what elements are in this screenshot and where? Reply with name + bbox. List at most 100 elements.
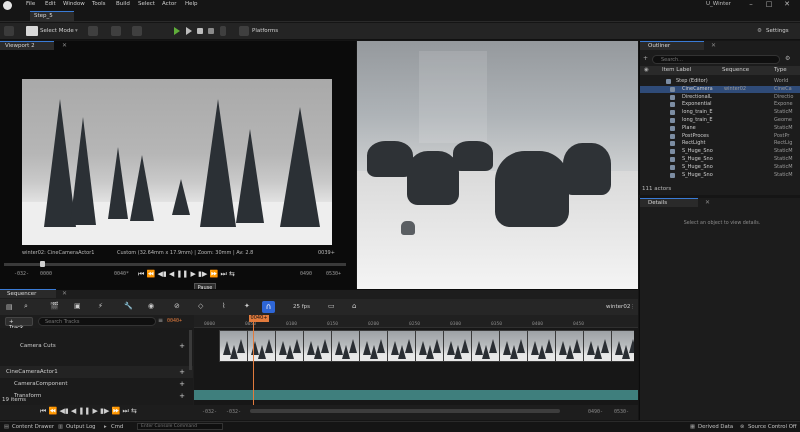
sequence-options-icon[interactable]: ⋮ — [630, 304, 635, 310]
outliner-row[interactable]: long_train_E Geome — [640, 117, 800, 124]
track-row[interactable]: CameraComponent + — [0, 378, 193, 390]
playhead-label[interactable]: 0040+ — [249, 315, 269, 322]
visibility-icon[interactable]: ◉ — [644, 67, 649, 73]
menu-tools[interactable]: Tools — [92, 1, 106, 7]
close-icon[interactable]: ✕ — [780, 0, 794, 9]
menu-window[interactable]: Window — [63, 1, 85, 7]
level-tab[interactable]: Step_5 — [30, 11, 74, 22]
console-command-input[interactable]: Enter Console Command — [137, 423, 223, 430]
lock-icon[interactable]: ⌂ — [352, 302, 356, 310]
key-icon[interactable]: ◇ — [198, 302, 203, 310]
close-tab-icon[interactable]: ✕ — [62, 42, 67, 49]
outliner-row[interactable]: DirectionalL Directio — [640, 94, 800, 101]
save-icon[interactable] — [4, 26, 14, 36]
sequencer-transport-controls[interactable]: ⏮ ⏪ ◀▮ ◀ ❚❚ ▶ ▮▶ ⏩ ⏭ ⇆ — [40, 407, 137, 416]
outliner-row[interactable]: S_Huge_Sno StaticM — [640, 156, 800, 163]
select-mode-label[interactable]: Select Mode — [40, 28, 74, 34]
perspective-viewport[interactable] — [357, 41, 638, 289]
curve-icon[interactable]: ⌇ — [222, 302, 225, 310]
close-tab-icon[interactable]: ✕ — [705, 199, 710, 206]
outliner-row[interactable]: RectLight RectLig — [640, 140, 800, 147]
track-row[interactable]: Camera Cuts + — [0, 340, 193, 352]
outliner-tab[interactable]: Outliner — [640, 41, 704, 50]
time-current[interactable]: 0040* — [114, 271, 129, 277]
viewport-scrub-bar[interactable] — [4, 263, 346, 266]
viewport-tab[interactable]: Viewport 2 — [0, 41, 54, 50]
settings-label[interactable]: Settings — [766, 28, 789, 34]
minimize-icon[interactable]: – — [744, 0, 758, 9]
add-content-icon[interactable] — [88, 26, 98, 36]
content-drawer-button[interactable]: Content Drawer — [12, 424, 54, 430]
source-control-icon[interactable]: ⊗ — [740, 424, 744, 430]
platforms-label[interactable]: Platforms — [252, 28, 278, 34]
outliner-row[interactable]: long_train_E StaticM — [640, 109, 800, 116]
eject-icon[interactable] — [208, 28, 214, 34]
cinematics-icon[interactable] — [132, 26, 142, 36]
view-options-icon[interactable]: ◉ — [148, 302, 154, 310]
wrench-icon[interactable]: 🔧 — [124, 302, 133, 310]
find-asset-icon[interactable]: ⌕ — [24, 302, 28, 311]
close-tab-icon[interactable]: ✕ — [711, 42, 716, 49]
outliner-row[interactable]: Plane StaticM — [640, 125, 800, 132]
outliner-row[interactable]: S_Huge_Sno StaticM — [640, 172, 800, 179]
render-movie-icon[interactable]: 🎬 — [50, 302, 59, 310]
col-sequence[interactable]: Sequence — [722, 67, 749, 73]
platforms-icon[interactable] — [239, 26, 249, 36]
output-log-icon[interactable]: ▥ — [58, 424, 63, 430]
outliner-row[interactable]: CineCamera winter02 CineCa — [640, 85, 800, 93]
filter-icon[interactable]: ⊘ — [174, 302, 180, 310]
track-search-input[interactable]: Search Tracks — [38, 317, 156, 326]
cmd-button[interactable]: Cmd — [111, 424, 123, 430]
menu-actor[interactable]: Actor — [162, 1, 176, 7]
output-log-button[interactable]: Output Log — [66, 424, 96, 430]
track-row[interactable]: Transform + — [0, 390, 193, 402]
cine-camera-view[interactable] — [22, 79, 332, 245]
outliner-row[interactable]: S_Huge_Sno StaticM — [640, 148, 800, 155]
timeline-scrollbar[interactable] — [250, 409, 560, 413]
menu-edit[interactable]: Edit — [45, 1, 56, 7]
camera-cuts-strip[interactable] — [219, 330, 634, 362]
outliner-row[interactable]: Exponential Expone — [640, 101, 800, 108]
settings-icon[interactable]: ⚙ — [785, 55, 790, 62]
menu-build[interactable]: Build — [116, 1, 130, 7]
step-icon[interactable] — [186, 27, 192, 35]
playhead[interactable] — [253, 315, 254, 405]
col-type[interactable]: Type — [774, 67, 787, 73]
menu-select[interactable]: Select — [138, 1, 155, 7]
maximize-icon[interactable]: □ — [762, 0, 776, 9]
scrub-handle[interactable] — [40, 261, 45, 267]
add-subtrack-icon[interactable]: + — [179, 342, 185, 350]
outliner-row[interactable]: PostProces PostPr — [640, 133, 800, 140]
source-control-button[interactable]: Source Control Off — [748, 424, 797, 430]
derived-data-button[interactable]: Derived Data — [698, 424, 733, 430]
outliner-search-input[interactable]: Search... — [652, 55, 780, 64]
fps-selector[interactable]: 25 fps — [293, 304, 310, 310]
add-subtrack-icon[interactable]: + — [179, 368, 185, 376]
menu-file[interactable]: File — [26, 1, 35, 7]
play-options-icon[interactable] — [220, 26, 226, 36]
content-drawer-icon[interactable]: ▤ — [4, 424, 9, 430]
col-item-label[interactable]: Item Label — [662, 67, 691, 73]
add-icon[interactable]: + — [643, 55, 648, 62]
save-sequence-icon[interactable]: ▤ — [6, 303, 13, 311]
stop-icon[interactable] — [197, 28, 203, 34]
details-tab[interactable]: Details — [640, 198, 698, 207]
viewport-transport-controls[interactable]: ⏮ ⏪ ◀▮ ◀ ❚❚ ▶ ▮▶ ⏩ ⏭ ⇆ — [138, 270, 235, 279]
playback-options-icon[interactable]: ▭ — [328, 302, 335, 310]
terminal-icon[interactable]: ▸ — [104, 424, 107, 430]
gear-icon[interactable]: ⚙ — [757, 28, 762, 34]
filter-tracks-icon[interactable]: ≡ — [158, 317, 163, 324]
outliner-row[interactable]: Step (Editor) World — [640, 78, 800, 85]
play-icon[interactable] — [174, 27, 180, 35]
transform-track-bar[interactable] — [194, 390, 638, 400]
track-row[interactable]: CineCameraActor1 + — [0, 366, 193, 378]
close-tab-icon[interactable]: ✕ — [62, 290, 67, 297]
current-frame[interactable]: 0040+ — [167, 318, 182, 324]
add-subtrack-icon[interactable]: + — [179, 380, 185, 388]
keyframe-icon[interactable]: ✦ — [244, 302, 250, 310]
derived-data-icon[interactable]: ▦ — [690, 424, 695, 430]
tree-scrollbar[interactable] — [189, 330, 192, 370]
blueprint-icon[interactable] — [111, 26, 121, 36]
actions-icon[interactable]: ⚡ — [98, 302, 103, 310]
add-subtrack-icon[interactable]: + — [179, 392, 185, 400]
